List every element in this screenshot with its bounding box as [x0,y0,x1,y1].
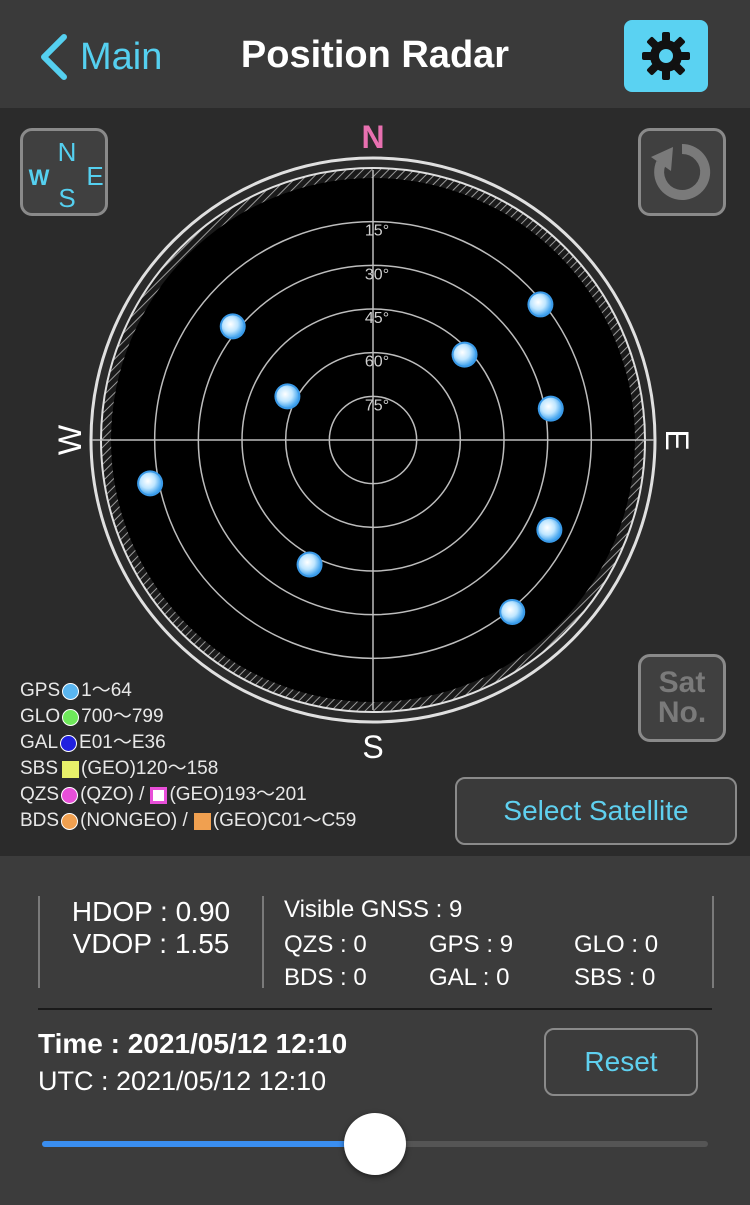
satellite-marker-gps[interactable] [538,518,561,541]
legend-qzs-range1: (QZO) / [80,784,145,805]
legend-qzs-label: QZS [20,784,60,805]
elevation-label: 60° [365,354,389,371]
time-slider[interactable] [42,1113,708,1175]
compass-letters-icon: N S E W [29,137,104,213]
legend-qzs-range2: (GEO)193～201 [169,784,307,805]
settings-button[interactable] [624,20,708,92]
time-slider-thumb[interactable] [344,1113,406,1175]
satellite-marker-gps[interactable] [221,315,244,338]
qzs-dot-icon [61,786,79,804]
legend-row-glo: GLO 700～799 [20,704,356,730]
vdop-value: VDOP : 1.55 [72,928,230,959]
select-satellite-button[interactable]: Select Satellite [455,777,737,845]
gal-dot-icon [60,734,78,752]
legend-bds-label: BDS [20,810,60,831]
reset-button[interactable]: Reset [544,1028,698,1096]
local-time: Time : 2021/05/12 12:10 [38,1028,348,1059]
satellite-marker-gps[interactable] [139,472,162,495]
bds-count: BDS : 0 [284,964,367,991]
nav-bar: Main Position Radar [0,0,750,109]
legend-gps-range: 1～64 [81,680,132,701]
qzs-count: QZS : 0 [284,931,367,958]
elevation-label: 45° [365,310,389,327]
direction-west: W [52,424,88,455]
satellite-legend: GPS 1～64 GLO 700～799 GAL E01～E36 SBS (GE… [20,678,356,834]
gps-dot-icon [62,682,80,700]
elevation-label: 15° [365,223,389,240]
legend-row-sbs: SBS (GEO)120～158 [20,756,356,782]
elevation-label: 75° [365,397,389,414]
glo-dot-icon [62,708,80,726]
legend-gal-label: GAL [20,732,59,753]
glo-count: GLO : 0 [574,931,659,958]
legend-row-bds: BDS (NONGEO) / (GEO)C01～C59 [20,808,356,834]
gear-icon [642,32,690,80]
legend-bds-range1: (NONGEO) / [80,810,188,831]
compass-orientation-button[interactable]: N S E W [20,128,108,216]
satellite-marker-gps[interactable] [298,553,321,576]
legend-row-gps: GPS 1～64 [20,678,356,704]
qzs-square-icon [150,786,168,804]
legend-sbs-range: (GEO)120～158 [81,758,219,779]
dop-values: HDOP : 0.90 VDOP : 1.55 [40,896,262,960]
legend-glo-label: GLO [20,706,61,727]
bds-square-icon [193,812,211,830]
sbs-count: SBS : 0 [574,964,656,991]
legend-row-gal: GAL E01～E36 [20,730,356,756]
elevation-label: 30° [365,266,389,283]
visible-gnss-count: Visible GNSS : 9 [284,896,463,923]
divider-horizontal [38,1008,712,1010]
satellite-marker-gps[interactable] [529,293,552,316]
svg-text:N: N [58,137,77,167]
utc-time: UTC : 2021/05/12 12:10 [38,1066,327,1096]
radar-area: 15° 30° 45° 60° 75° N S E W N S E W Sat No. [0,108,750,856]
direction-south: S [362,729,383,765]
gps-count: GPS : 9 [429,931,514,958]
divider-middle [262,896,264,988]
direction-north: N [361,119,384,155]
svg-text:W: W [29,165,50,190]
legend-row-qzs: QZS (QZO) / (GEO)193～201 [20,782,356,808]
sat-number-label-line1: Sat [658,666,706,699]
direction-east: E [659,429,695,450]
refresh-icon [651,143,711,200]
legend-gal-range: E01～E36 [79,732,166,753]
legend-sbs-label: SBS [20,758,59,779]
info-panel: HDOP : 0.90 VDOP : 1.55 Visible GNSS : 9… [0,856,750,1205]
refresh-button[interactable] [638,128,726,216]
satellite-marker-gps[interactable] [539,397,562,420]
satellite-marker-gps[interactable] [501,600,524,623]
legend-bds-range2: (GEO)C01～C59 [212,810,357,831]
sbs-square-icon [62,760,80,778]
sat-number-toggle-button[interactable]: Sat No. [638,654,726,742]
gnss-counts: QZS : 0 GPS : 9 GLO : 0 BDS : 0 GAL : 0 … [284,928,719,994]
bds-dot-icon [61,812,79,830]
svg-text:S: S [58,183,75,213]
gal-count: GAL : 0 [429,964,510,991]
legend-gps-label: GPS [20,680,61,701]
svg-text:E: E [86,161,103,191]
satellite-marker-gps[interactable] [276,385,299,408]
legend-glo-range: 700～799 [81,706,164,727]
hdop-value: HDOP : 0.90 [71,896,231,927]
time-slider-fill [42,1141,375,1147]
satellite-marker-gps[interactable] [453,343,476,366]
sat-number-label-line2: No. [657,696,707,729]
